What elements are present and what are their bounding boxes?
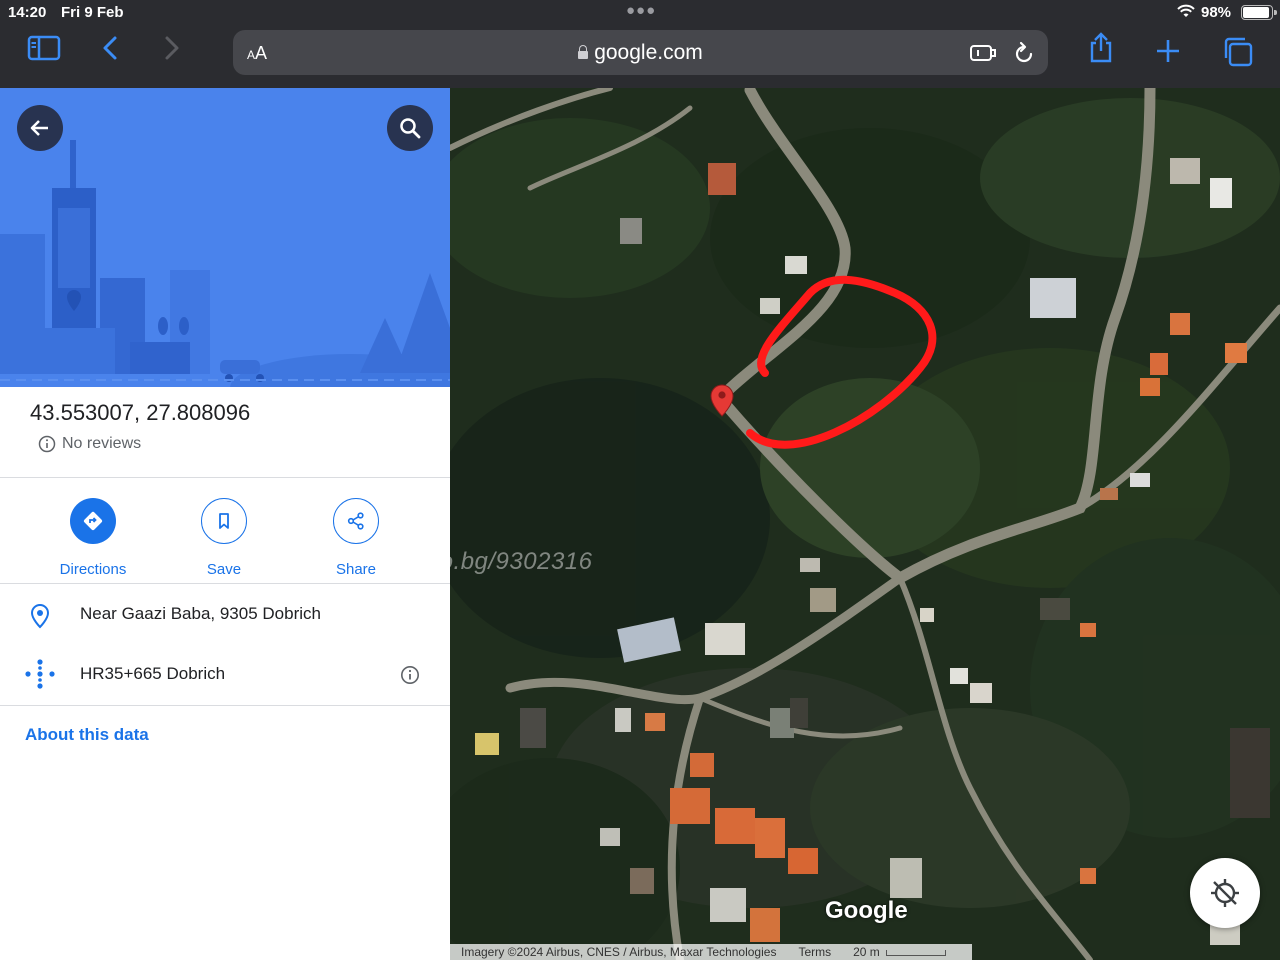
back-button[interactable] (17, 105, 63, 151)
status-date: Fri 9 Feb (61, 4, 124, 21)
new-tab-icon[interactable] (1155, 38, 1181, 64)
status-time: 14:20 (8, 4, 47, 21)
battery-icon (1241, 5, 1277, 20)
save-button[interactable]: Save (169, 498, 279, 578)
terms-link[interactable]: Terms (798, 945, 831, 959)
plus-code-icon (25, 659, 55, 689)
reviews-text: No reviews (62, 435, 142, 452)
extension-icon[interactable] (969, 41, 997, 65)
tabs-icon[interactable] (1222, 36, 1254, 68)
address-text: Near Gaazi Baba, 9305 Dobrich (80, 604, 321, 623)
multitasking-dots-icon[interactable]: ●●● (626, 2, 656, 19)
url-text: google.com (594, 41, 703, 64)
reviews-row: No reviews (38, 435, 141, 453)
locate-icon (1211, 879, 1239, 907)
location-pin-icon (30, 603, 50, 629)
place-coordinates: 43.553007, 27.808096 (30, 400, 251, 425)
divider (0, 705, 450, 706)
share-icon (333, 498, 379, 544)
address-row[interactable]: Near Gaazi Baba, 9305 Dobrich (0, 594, 450, 634)
watermark-text: alo.bg/9302316 (420, 548, 593, 575)
place-hero-illustration (0, 88, 450, 387)
save-label: Save (206, 561, 242, 578)
app-window: 14:20 Fri 9 Feb ●●● 98% AAAA google.com (0, 0, 1280, 960)
lock-icon (578, 45, 589, 59)
address-bar[interactable]: AAAA google.com (233, 30, 1048, 75)
share-page-icon[interactable] (1088, 32, 1114, 64)
divider (0, 583, 450, 584)
battery-percentage: 98% (1201, 4, 1232, 21)
imagery-attribution: Imagery ©2024 Airbus, CNES / Airbus, Max… (461, 945, 777, 959)
scale-label: 20 m (853, 945, 880, 959)
directions-label: Directions (59, 561, 127, 578)
info-icon (38, 435, 56, 453)
bookmark-icon (201, 498, 247, 544)
directions-icon (70, 498, 116, 544)
map-attribution-bar: Imagery ©2024 Airbus, CNES / Airbus, Max… (450, 944, 972, 960)
url-display[interactable]: google.com (233, 41, 1048, 65)
forward-icon[interactable] (162, 34, 182, 62)
share-label: Share (335, 561, 377, 578)
reload-icon[interactable] (1013, 41, 1035, 65)
divider (0, 477, 450, 478)
search-icon (400, 118, 421, 139)
search-button[interactable] (387, 105, 433, 151)
city-skyline-illustration (0, 88, 450, 387)
directions-button[interactable]: Directions (38, 498, 148, 578)
scale-bar (885, 950, 946, 956)
about-this-data-link[interactable]: About this data (25, 725, 149, 745)
locate-me-button[interactable] (1190, 858, 1260, 928)
plus-code-text: HR35+665 Dobrich (80, 664, 226, 683)
back-icon[interactable] (100, 34, 120, 62)
share-button[interactable]: Share (301, 498, 411, 578)
browser-toolbar: 14:20 Fri 9 Feb ●●● 98% AAAA google.com (0, 0, 1280, 88)
sidebar-icon[interactable] (27, 34, 61, 62)
place-panel: 43.553007, 27.808096 No reviews Directio… (0, 88, 450, 960)
map-scale: 20 m (853, 945, 946, 959)
google-logo: Google (825, 897, 908, 924)
wifi-icon (1177, 4, 1195, 17)
satellite-map[interactable]: Google Imagery ©2024 Airbus, CNES / Airb… (450, 88, 1280, 960)
info-icon[interactable] (400, 665, 420, 685)
back-arrow-icon (30, 120, 48, 136)
satellite-imagery (450, 88, 1280, 960)
plus-code-row[interactable]: HR35+665 Dobrich (0, 654, 450, 694)
